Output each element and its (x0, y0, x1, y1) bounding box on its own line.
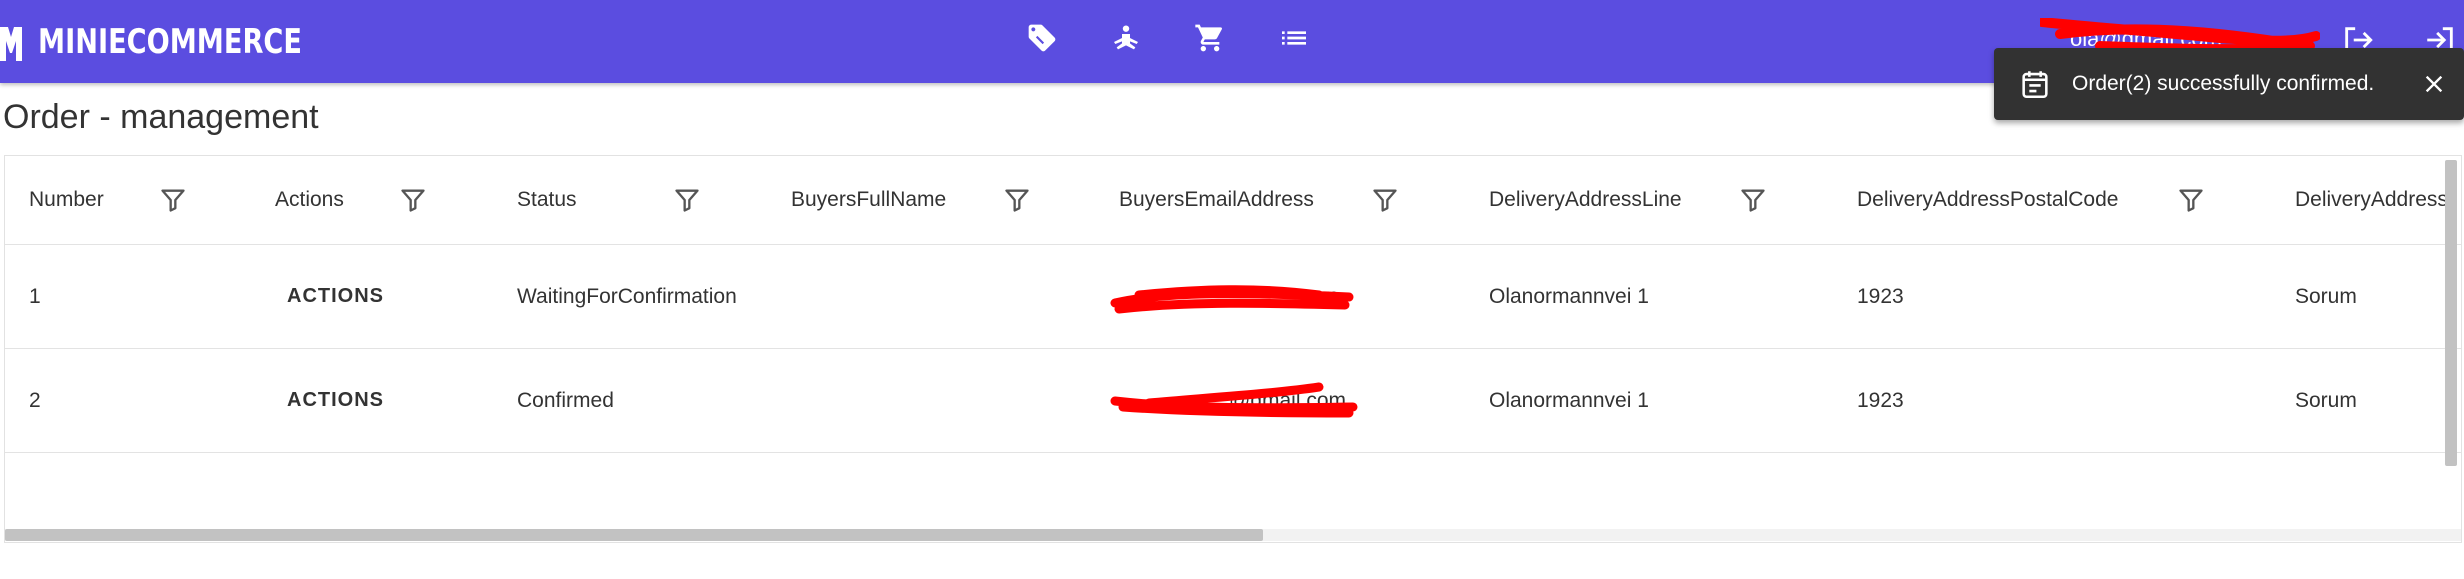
filter-icon[interactable] (673, 186, 701, 214)
column-header-actions[interactable]: Actions (275, 156, 344, 244)
column-header-number[interactable]: Number (29, 156, 104, 244)
grid-header-row: Number Actions Status BuyersFullName Buy… (5, 156, 2461, 245)
orders-grid: Number Actions Status BuyersFullName Buy… (4, 155, 2462, 543)
snackbar-message: Order(2) successfully confirmed. (2072, 72, 2375, 95)
cell-delivery-address-line: Olanormannvei 1 (1489, 284, 1649, 308)
cell-status: WaitingForConfirmation (517, 284, 737, 308)
actions-button[interactable]: ACTIONS (273, 379, 398, 422)
cell-delivery-address-line: Olanormannvei 1 (1489, 388, 1649, 412)
nav-products-tag-icon[interactable] (1020, 16, 1064, 60)
filter-icon[interactable] (1003, 186, 1031, 214)
main-nav (1020, 16, 1316, 60)
cell-postal-code: 1923 (1857, 388, 1904, 412)
cell-postal-code: 1923 (1857, 284, 1904, 308)
table-row: 2 ACTIONS Confirmed @gmail.com Olanorman… (5, 349, 2461, 453)
snackbar-notification: Order(2) successfully confirmed. (1994, 48, 2464, 120)
filter-icon[interactable] (1739, 186, 1767, 214)
column-header-buyers-email[interactable]: BuyersEmailAddress (1119, 156, 1314, 244)
logo-mark-icon (0, 27, 22, 61)
nav-cart-icon[interactable] (1188, 16, 1232, 60)
vertical-scrollbar-thumb[interactable] (2445, 160, 2457, 466)
cell-status: Confirmed (517, 388, 614, 412)
filter-icon[interactable] (1371, 186, 1399, 214)
snackbar-close-icon[interactable] (2416, 66, 2452, 102)
brand-name: MINIECOMMERCE (38, 22, 302, 62)
table-row: 1 ACTIONS WaitingForConfirmation m Olano… (5, 245, 2461, 349)
page-title: Order - management (3, 98, 319, 136)
cell-delivery-address: Sorum (2295, 388, 2357, 412)
redaction-scribble (1110, 382, 1358, 418)
cell-delivery-address: Sorum (2295, 284, 2357, 308)
column-header-status[interactable]: Status (517, 156, 577, 244)
nav-person-yoga-icon[interactable] (1104, 16, 1148, 60)
column-header-delivery-address[interactable]: DeliveryAddress (2295, 156, 2448, 244)
column-header-delivery-address-line[interactable]: DeliveryAddressLine (1489, 156, 1682, 244)
filter-icon[interactable] (399, 186, 427, 214)
filter-icon[interactable] (159, 186, 187, 214)
redaction-scribble (1110, 285, 1354, 314)
actions-button[interactable]: ACTIONS (273, 275, 398, 318)
column-header-buyers-full-name[interactable]: BuyersFullName (791, 156, 946, 244)
horizontal-scrollbar-thumb[interactable] (5, 529, 1263, 541)
brand-logo[interactable]: MINIECOMMERCE (0, 14, 368, 70)
cell-number: 2 (29, 388, 41, 412)
cell-number: 1 (29, 284, 41, 308)
event-note-icon (2022, 71, 2048, 99)
nav-list-icon[interactable] (1272, 16, 1316, 60)
column-header-postal-code[interactable]: DeliveryAddressPostalCode (1857, 156, 2118, 244)
filter-icon[interactable] (2177, 186, 2205, 214)
